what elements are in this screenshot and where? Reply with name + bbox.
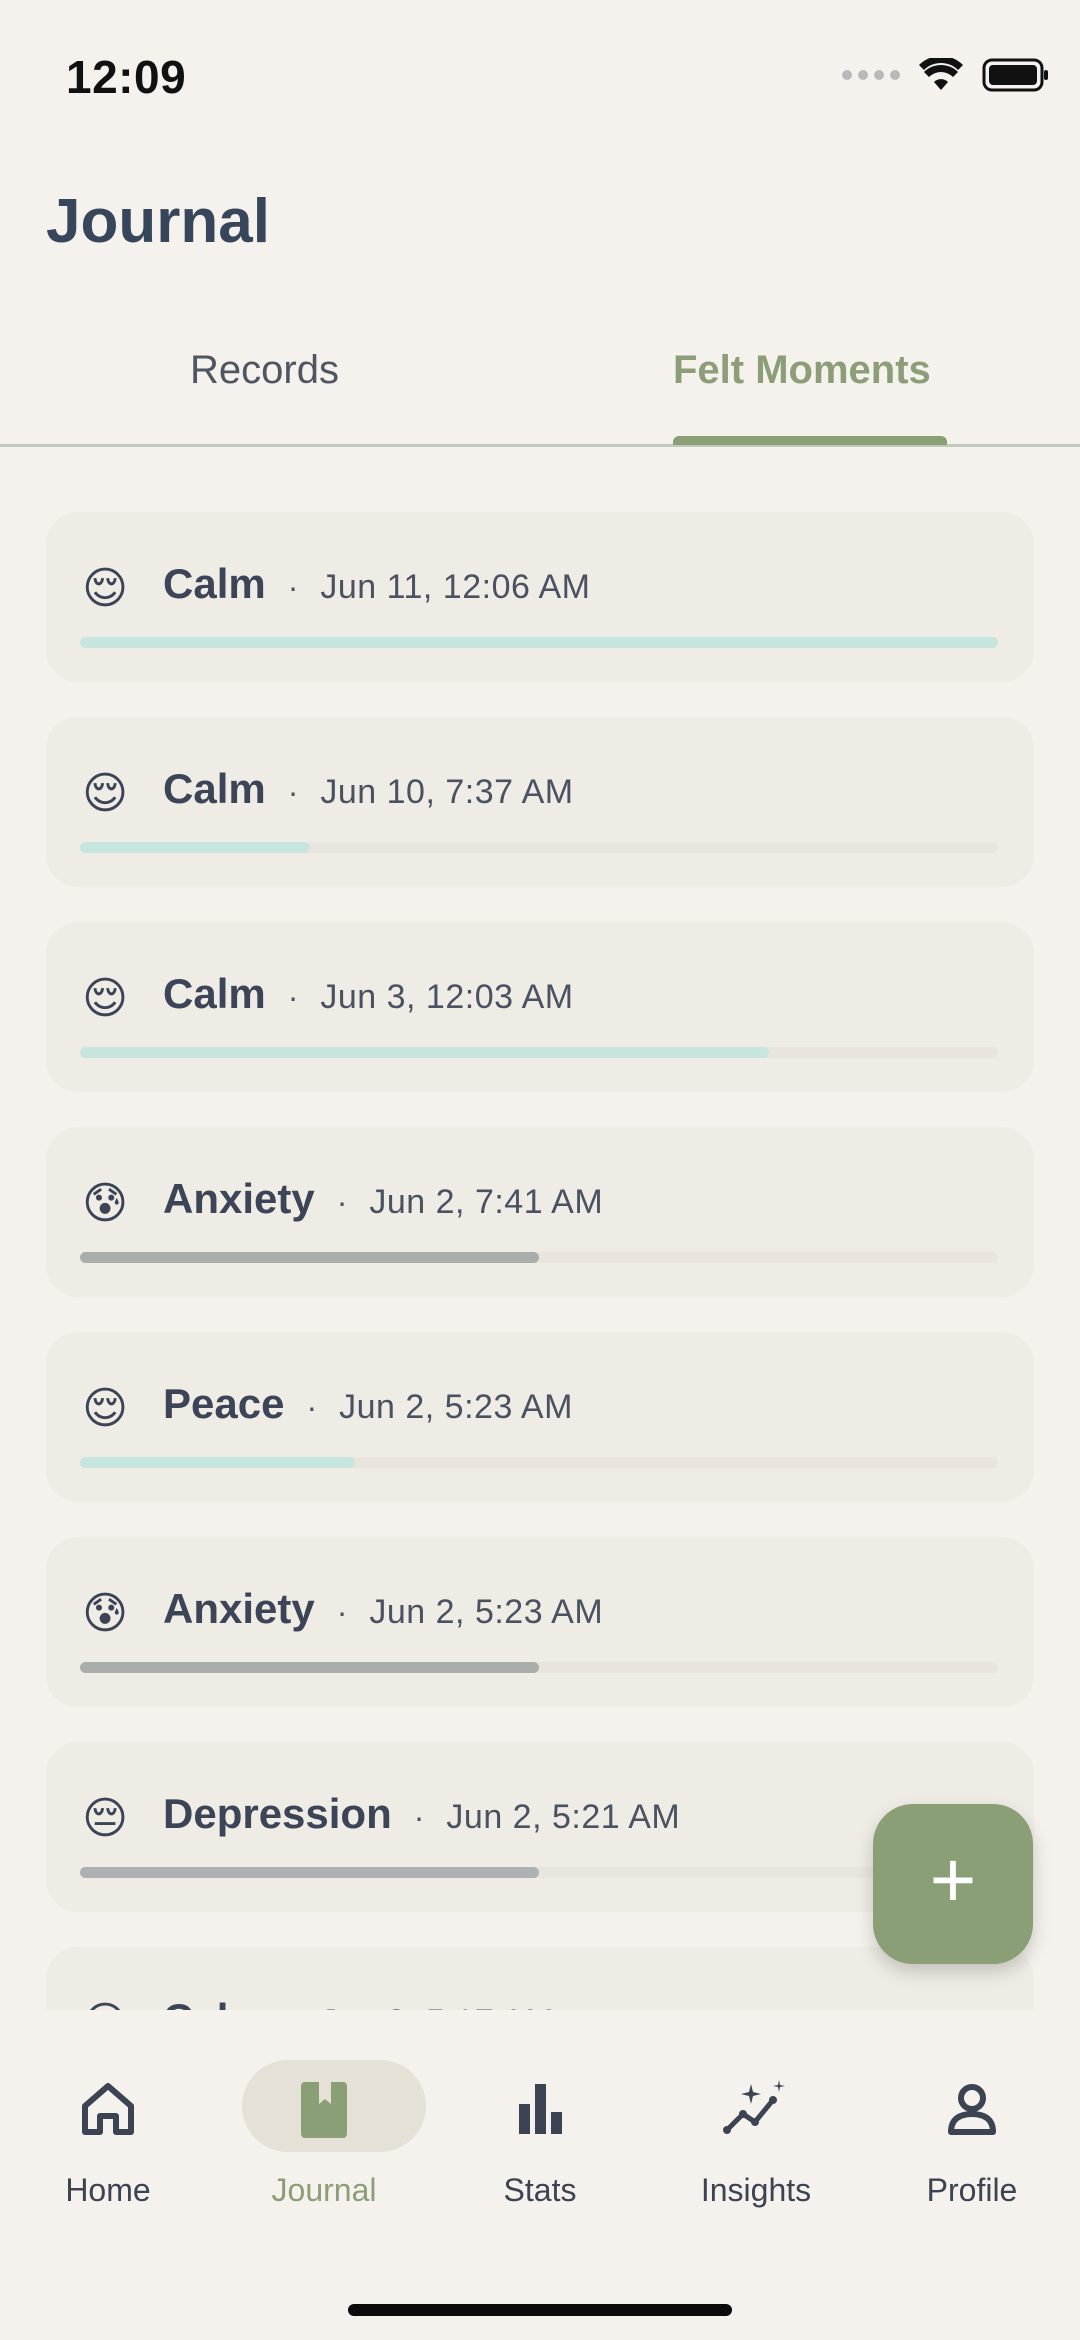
nav-item-profile[interactable]: Profile (864, 2052, 1080, 2222)
mood-emoji-icon: 😌 (82, 769, 128, 818)
tab-bar: Records Felt Moments (0, 300, 1080, 447)
separator-dot: · (287, 979, 299, 1015)
intensity-bar-fill (80, 1047, 769, 1058)
journal-icon (301, 2082, 347, 2138)
mood-emoji-icon: 😔 (82, 1794, 128, 1843)
plus-icon: + (929, 1835, 977, 1924)
separator-dot: · (287, 774, 299, 810)
moment-card[interactable]: 😌 Calm · Jun 10, 7:37 AM (46, 717, 1034, 887)
separator-dot: · (336, 1184, 348, 1220)
moment-header: Peace · Jun 2, 5:23 AM (163, 1380, 573, 1428)
home-icon (82, 2083, 134, 2135)
add-moment-button[interactable]: + (873, 1804, 1033, 1964)
moment-header: Calm·Jun 2, 5:17 AM (163, 1995, 554, 2010)
mood-label: Calm (163, 1995, 266, 2010)
status-icons (842, 58, 1050, 92)
status-time: 12:09 (66, 51, 187, 103)
active-tab-indicator (673, 436, 947, 445)
moment-card[interactable]: 😌 Peace · Jun 2, 5:23 AM (46, 1332, 1034, 1502)
nav-item-journal[interactable]: Journal (216, 2052, 432, 2222)
mood-label: Peace (163, 1380, 285, 1427)
intensity-bar-track (80, 1252, 998, 1263)
bottom-nav: Home Journal Stats Insights Profile (0, 2010, 1080, 2340)
moment-timestamp: Jun 10, 7:37 AM (320, 773, 574, 811)
intensity-bar-track (80, 1457, 998, 1468)
intensity-bar-fill (80, 842, 310, 853)
nav-label-profile: Profile (926, 2172, 1018, 2208)
nav-item-insights[interactable]: Insights (648, 2052, 864, 2222)
mood-label: Anxiety (163, 1585, 315, 1632)
moment-header: Calm · Jun 11, 12:06 AM (163, 560, 590, 608)
intensity-bar-track (80, 1867, 998, 1878)
intensity-bar-track (80, 842, 998, 853)
moment-header: Depression · Jun 2, 5:21 AM (163, 1790, 680, 1838)
cellular-signal-icon (842, 70, 900, 80)
nav-label-stats: Stats (503, 2172, 577, 2208)
intensity-bar-track (80, 637, 998, 648)
nav-label-insights: Insights (700, 2172, 812, 2208)
moment-card[interactable]: 😌 Calm · Jun 3, 12:03 AM (46, 922, 1034, 1092)
stats-icon (519, 2084, 562, 2134)
moment-timestamp: Jun 2, 7:41 AM (369, 1183, 604, 1221)
battery-icon (982, 58, 1048, 92)
intensity-bar-fill (80, 1662, 539, 1673)
insights-icon (723, 2080, 785, 2134)
status-bar: 12:09 (0, 0, 1080, 140)
moment-timestamp: Jun 2, 5:23 AM (339, 1388, 573, 1426)
tab-records[interactable]: Records (190, 348, 339, 393)
felt-moments-list[interactable]: 😌 Calm · Jun 11, 12:06 AM 😌 Calm · Jun 10, 7:37… (46, 512, 1034, 2010)
moment-timestamp: Jun 11, 12:06 AM (320, 568, 591, 606)
mood-emoji-icon: 😰 (82, 1589, 128, 1638)
separator-dot: · (336, 1594, 348, 1630)
intensity-bar-fill (80, 637, 998, 648)
nav-label-journal: Journal (271, 2172, 377, 2208)
moment-timestamp: Jun 3, 12:03 AM (320, 978, 574, 1016)
nav-item-home[interactable]: Home (0, 2052, 216, 2222)
moment-header: Calm · Jun 10, 7:37 AM (163, 765, 574, 813)
nav-item-stats[interactable]: Stats (432, 2052, 648, 2222)
page-title: Journal (46, 187, 270, 256)
moment-card[interactable]: 😌 Calm·Jun 2, 5:17 AM (46, 1947, 1034, 2010)
profile-icon (948, 2084, 996, 2135)
intensity-bar-fill (80, 1252, 539, 1263)
mood-emoji-icon: 😰 (82, 1179, 128, 1228)
intensity-bar-fill (80, 1867, 539, 1878)
home-indicator (348, 2304, 732, 2316)
intensity-bar-track (80, 1047, 998, 1058)
separator-dot: · (413, 1799, 425, 1835)
mood-label: Calm (163, 970, 266, 1017)
separator-dot: · (287, 569, 299, 605)
mood-emoji-icon: 😌 (82, 564, 128, 613)
wifi-icon (919, 58, 963, 90)
moment-timestamp: Jun 2, 5:17 AM (320, 2003, 554, 2010)
mood-label: Calm (163, 765, 266, 812)
mood-emoji-icon: 😌 (80, 1999, 130, 2010)
tab-felt-moments[interactable]: Felt Moments (673, 348, 931, 393)
moment-header: Calm · Jun 3, 12:03 AM (163, 970, 574, 1018)
intensity-bar-track (80, 1662, 998, 1673)
separator-dot: · (306, 1389, 318, 1425)
moment-card[interactable]: 😰 Anxiety · Jun 2, 7:41 AM (46, 1127, 1034, 1297)
moment-card[interactable]: 😰 Anxiety · Jun 2, 5:23 AM (46, 1537, 1034, 1707)
mood-emoji-icon: 😌 (82, 1384, 128, 1433)
moment-card[interactable]: 😌 Calm · Jun 11, 12:06 AM (46, 512, 1034, 682)
moment-header: Anxiety · Jun 2, 7:41 AM (163, 1175, 603, 1223)
moment-header: Anxiety · Jun 2, 5:23 AM (163, 1585, 603, 1633)
mood-label: Depression (163, 1790, 392, 1837)
mood-emoji-icon: 😌 (82, 974, 128, 1023)
nav-label-home: Home (65, 2172, 151, 2208)
mood-label: Anxiety (163, 1175, 315, 1222)
moment-timestamp: Jun 2, 5:23 AM (369, 1593, 604, 1631)
mood-label: Calm (163, 560, 266, 607)
moment-timestamp: Jun 2, 5:21 AM (446, 1798, 681, 1836)
intensity-bar-fill (80, 1457, 356, 1468)
